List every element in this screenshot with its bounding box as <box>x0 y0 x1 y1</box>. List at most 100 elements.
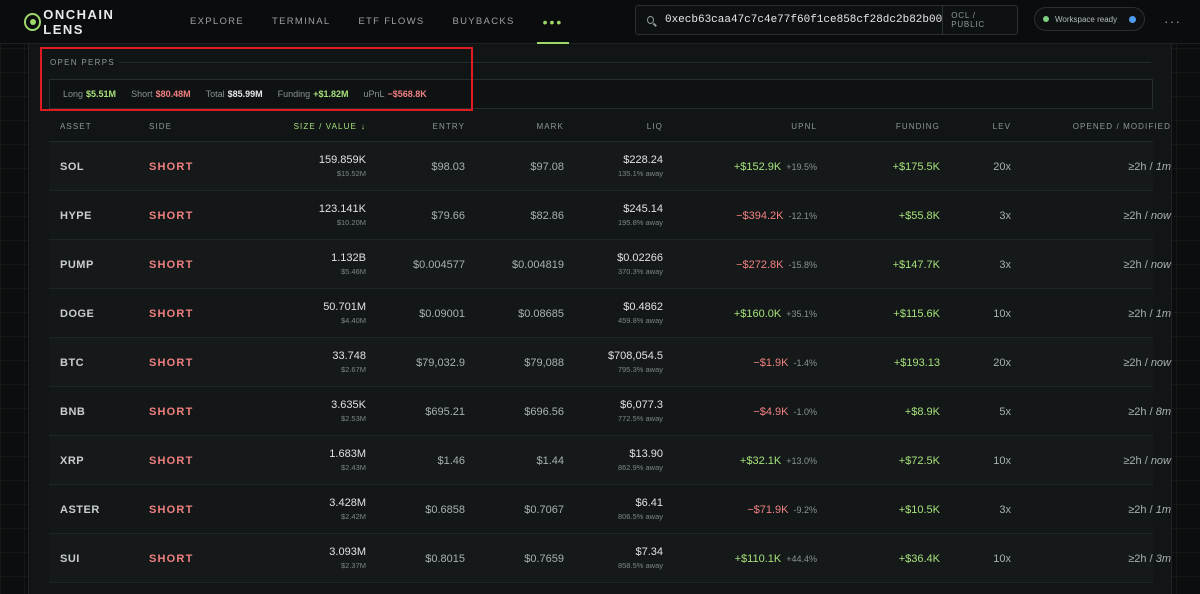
cell-entry: $695.21 <box>366 402 465 420</box>
cell-opened-modified: ≥2h / now <box>1011 255 1171 273</box>
entry-price: $695.21 <box>425 406 465 418</box>
cell-side: SHORT <box>149 206 249 224</box>
table-row[interactable]: PUMP SHORT 1.132B $5.46M $0.004577 $0.004819 $… <box>49 240 1171 289</box>
upnl-percent: +44.4% <box>786 554 817 564</box>
cell-leverage: 10x <box>940 549 1011 567</box>
header-funding[interactable]: FUNDING <box>817 122 940 131</box>
side-label: SHORT <box>149 357 194 369</box>
table-row[interactable]: ASTER SHORT 3.428M $2.42M $0.6858 $0.7067 $6.4… <box>49 485 1171 534</box>
table-row[interactable]: HYPE SHORT 123.141K $10.20M $79.66 $82.86 $245… <box>49 191 1171 240</box>
cell-size-value: 3.428M $2.42M <box>249 497 366 521</box>
nav-more[interactable]: ••• <box>529 0 578 44</box>
entry-price: $0.004577 <box>413 259 465 271</box>
header-entry[interactable]: ENTRY <box>366 122 465 131</box>
header-size-value[interactable]: SIZE / VALUE ↓ <box>249 122 366 131</box>
modified-value: 1m <box>1155 504 1171 516</box>
mark-price: $1.44 <box>536 455 564 467</box>
address-search[interactable]: 0xecb63caa47c7c4e77f60f1ce858cf28dc2b82b… <box>635 5 1018 35</box>
upnl-percent: +13.0% <box>786 456 817 466</box>
mark-price: $0.7659 <box>524 553 564 565</box>
table-row[interactable]: SOL SHORT 159.859K $15.52M $98.03 $97.08 $228.… <box>49 142 1171 191</box>
header-liq[interactable]: LIQ <box>564 122 663 131</box>
liq-price: $708,054.5 <box>607 350 663 362</box>
position-value: $2.43M <box>340 463 366 472</box>
upnl-percent: -15.8% <box>788 260 817 270</box>
mark-price: $0.08685 <box>518 308 564 320</box>
header-opened-modified[interactable]: OPENED / MODIFIED <box>1011 122 1171 131</box>
asset-name: BNB <box>60 406 86 418</box>
table-row[interactable]: BTC SHORT 33.748 $2.67M $79,032.9 $79,088 $708… <box>49 338 1171 387</box>
cell-size-value: 1.132B $5.46M <box>249 252 366 276</box>
summary-long: Long $5.51M <box>63 89 116 99</box>
leverage-value: 3x <box>999 210 1011 222</box>
modified-value: 1m <box>1155 308 1171 320</box>
summary-upnl-label: uPnL <box>363 89 385 99</box>
asset-name: HYPE <box>60 210 92 222</box>
more-menu-icon[interactable]: ··· <box>1164 13 1181 29</box>
table-body: SOL SHORT 159.859K $15.52M $98.03 $97.08 $228.… <box>49 142 1171 583</box>
table-row[interactable]: SUI SHORT 3.093M $2.37M $0.8015 $0.7659 $7.34 8… <box>49 534 1171 583</box>
cell-side: SHORT <box>149 402 249 420</box>
section-divider <box>119 62 1151 63</box>
mark-price: $82.86 <box>530 210 564 222</box>
summary-long-label: Long <box>63 89 84 99</box>
cell-size-value: 159.859K $15.52M <box>249 154 366 178</box>
cell-entry: $0.8015 <box>366 549 465 567</box>
cell-entry: $0.09001 <box>366 304 465 322</box>
side-label: SHORT <box>149 504 194 516</box>
nav-etf-flows[interactable]: ETF FLOWS <box>344 0 438 44</box>
nav-explore[interactable]: EXPLORE <box>176 0 258 44</box>
position-size: 3.093M <box>329 546 366 558</box>
main-nav: EXPLORE TERMINAL ETF FLOWS BUYBACKS ••• <box>176 0 577 44</box>
cell-size-value: 33.748 $2.67M <box>249 350 366 374</box>
cell-funding: +$193.13 <box>817 353 940 371</box>
side-label: SHORT <box>149 455 194 467</box>
scope-selector[interactable]: OCL / PUBLIC <box>942 6 1017 34</box>
header-mark[interactable]: MARK <box>465 122 564 131</box>
funding-value: +$72.5K <box>898 455 940 467</box>
leverage-value: 5x <box>999 406 1011 418</box>
entry-price: $0.6858 <box>425 504 465 516</box>
header-lev[interactable]: LEV <box>940 122 1011 131</box>
upnl-value: −$71.9K <box>747 504 789 516</box>
connection-dot-icon <box>1129 15 1136 23</box>
table-row[interactable]: DOGE SHORT 50.701M $4.40M $0.09001 $0.08685 $0… <box>49 289 1171 338</box>
cell-mark: $0.004819 <box>465 255 564 273</box>
search-input[interactable]: 0xecb63caa47c7c4e77f60f1ce858cf28dc2b82b… <box>665 14 942 26</box>
leverage-value: 3x <box>999 504 1011 516</box>
cell-side: SHORT <box>149 549 249 567</box>
cell-upnl: +$110.1K +44.4% <box>663 549 817 567</box>
cell-asset: PUMP <box>49 255 149 273</box>
cell-funding: +$175.5K <box>817 157 940 175</box>
liq-price: $7.34 <box>635 546 663 558</box>
opened-value: ≥2h / <box>1123 210 1151 222</box>
cell-opened-modified: ≥2h / 3m <box>1011 549 1171 567</box>
table-row[interactable]: BNB SHORT 3.635K $2.53M $695.21 $696.56 $6,077… <box>49 387 1171 436</box>
cell-entry: $79.66 <box>366 206 465 224</box>
header-size-label: SIZE / VALUE <box>293 121 357 131</box>
workspace-status[interactable]: Workspace ready <box>1034 7 1145 31</box>
entry-price: $1.46 <box>437 455 465 467</box>
cell-opened-modified: ≥2h / 8m <box>1011 402 1171 420</box>
cell-opened-modified: ≥2h / now <box>1011 206 1171 224</box>
liq-price: $6,077.3 <box>620 399 663 411</box>
funding-value: +$193.13 <box>893 357 940 369</box>
entry-price: $98.03 <box>431 161 465 173</box>
header-asset[interactable]: ASSET <box>49 122 149 131</box>
header-upnl[interactable]: UPNL <box>663 122 817 131</box>
cell-leverage: 3x <box>940 500 1011 518</box>
summary-upnl: uPnL −$568.8K <box>363 89 426 99</box>
nav-terminal[interactable]: TERMINAL <box>258 0 344 44</box>
modified-value: 1m <box>1155 161 1171 173</box>
nav-buybacks[interactable]: BUYBACKS <box>438 0 528 44</box>
cell-opened-modified: ≥2h / 1m <box>1011 304 1171 322</box>
upnl-percent: -9.2% <box>793 505 817 515</box>
opened-time: ≥2h / 8m <box>1128 406 1171 418</box>
cell-upnl: −$272.8K -15.8% <box>663 255 817 273</box>
upnl-value: −$4.9K <box>753 406 789 418</box>
opened-time: ≥2h / now <box>1123 210 1171 222</box>
header-side[interactable]: SIDE <box>149 122 249 131</box>
side-label: SHORT <box>149 210 194 222</box>
table-row[interactable]: XRP SHORT 1.683M $2.43M $1.46 $1.44 $13.90 862.… <box>49 436 1171 485</box>
brand-logo[interactable]: ONCHAIN LENS <box>24 7 154 37</box>
